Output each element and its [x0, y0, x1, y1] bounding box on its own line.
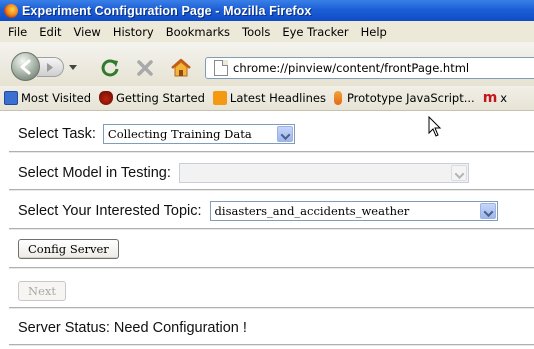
menu-view[interactable]: View — [68, 25, 107, 39]
model-select[interactable] — [178, 163, 469, 183]
task-label: Select Task: — [18, 126, 96, 142]
forward-button[interactable] — [37, 57, 64, 77]
config-server-button[interactable]: Config Server — [18, 239, 119, 259]
most-visited-icon — [4, 91, 18, 105]
bookmark-label: x — [500, 91, 508, 105]
task-select-value: Collecting Training Data — [107, 127, 252, 141]
url-bar[interactable]: chrome://pinview/content/frontPage.html — [205, 57, 534, 79]
menu-eye-tracker[interactable]: Eye Tracker — [276, 25, 354, 39]
menu-tools[interactable]: Tools — [236, 25, 276, 39]
task-row: Select Task: Collecting Training Data — [18, 124, 295, 144]
prototype-icon — [333, 91, 342, 105]
rss-icon — [212, 91, 227, 105]
title-bar: Experiment Configuration Page - Mozilla … — [0, 0, 534, 21]
next-button[interactable]: Next — [18, 281, 66, 301]
topic-row: Select Your Interested Topic: disasters_… — [18, 201, 498, 221]
menu-history[interactable]: History — [107, 25, 160, 39]
bookmark-getting-started[interactable]: Getting Started — [99, 91, 205, 105]
divider — [9, 151, 534, 153]
divider — [9, 228, 534, 230]
menu-edit[interactable]: Edit — [33, 25, 67, 39]
topic-select[interactable]: disasters_and_accidents_weather — [209, 201, 498, 221]
bookmark-label: Latest Headlines — [229, 91, 326, 105]
navigation-toolbar: chrome://pinview/content/frontPage.html — [0, 42, 534, 86]
divider — [9, 189, 534, 191]
chevron-down-icon[interactable] — [450, 165, 467, 181]
bookmark-m[interactable]: m x — [483, 90, 507, 106]
page-icon — [214, 60, 228, 76]
divider — [9, 267, 534, 269]
status-row: Server Status: Need Configuration ! — [18, 320, 247, 336]
bookmark-label: Most Visited — [21, 91, 91, 105]
chevron-down-icon[interactable] — [276, 126, 293, 142]
getting-started-icon — [99, 91, 113, 105]
bookmark-label: Getting Started — [116, 91, 205, 105]
topic-select-value: disasters_and_accidents_weather — [214, 204, 410, 218]
m-icon: m — [482, 90, 498, 106]
bookmark-latest-headlines[interactable]: Latest Headlines — [212, 91, 326, 105]
menu-bookmarks[interactable]: Bookmarks — [160, 25, 236, 39]
url-text[interactable]: chrome://pinview/content/frontPage.html — [233, 61, 469, 75]
model-row: Select Model in Testing: — [18, 163, 469, 183]
mouse-cursor-icon — [428, 116, 442, 137]
divider — [9, 344, 534, 346]
divider — [9, 307, 534, 309]
bookmarks-toolbar: Most Visited Getting Started Latest Head… — [0, 86, 534, 111]
menu-file[interactable]: File — [2, 25, 33, 39]
model-label: Select Model in Testing: — [18, 165, 171, 181]
topic-label: Select Your Interested Topic: — [18, 203, 202, 219]
firefox-icon — [4, 3, 18, 18]
bookmark-prototype[interactable]: Prototype JavaScript... — [333, 91, 475, 105]
bookmark-most-visited[interactable]: Most Visited — [4, 91, 91, 105]
server-status-text: Server Status: Need Configuration ! — [18, 320, 247, 336]
menu-help[interactable]: Help — [355, 25, 393, 39]
back-icon — [20, 59, 31, 75]
config-row: Config Server — [18, 239, 119, 259]
window-title: Experiment Configuration Page - Mozilla … — [22, 3, 312, 18]
stop-icon[interactable] — [135, 58, 155, 78]
bookmark-label: Prototype JavaScript... — [346, 91, 475, 105]
task-select[interactable]: Collecting Training Data — [102, 124, 295, 144]
reload-icon[interactable] — [99, 57, 121, 79]
back-button[interactable] — [11, 52, 40, 81]
forward-icon — [47, 63, 53, 72]
chevron-down-icon[interactable] — [479, 203, 496, 219]
home-icon[interactable] — [170, 57, 192, 79]
history-dropdown-icon[interactable] — [69, 65, 77, 70]
page-content: Select Task: Collecting Training Data Se… — [0, 112, 534, 349]
menu-bar: File Edit View History Bookmarks Tools E… — [0, 21, 534, 42]
next-row: Next — [18, 281, 66, 301]
